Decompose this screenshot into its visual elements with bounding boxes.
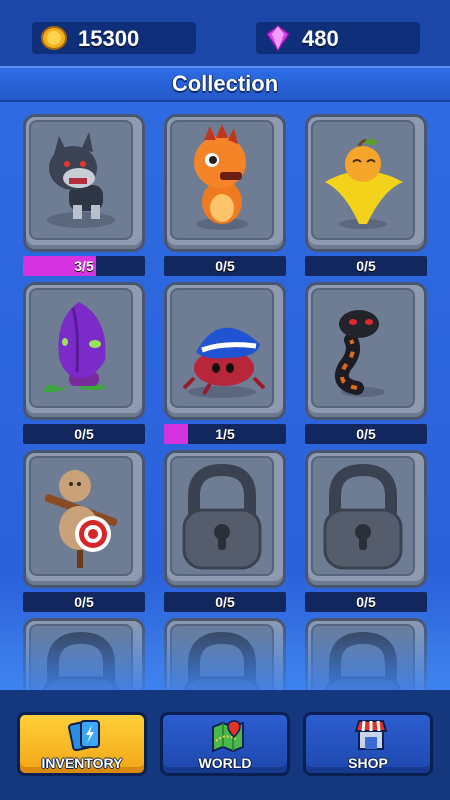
bottom-navigation: INVENTORY WORLD SHOP [0, 690, 450, 800]
progress-bar: 0/5 [305, 424, 427, 444]
gem-counter: 480 [256, 22, 420, 54]
purple-plant-creature-icon [43, 302, 107, 393]
progress-bar: 3/5 [23, 256, 145, 276]
collection-card-locked[interactable]: 0/5 [164, 450, 286, 612]
top-bar: 15300 480 [0, 0, 450, 66]
shop-tab-button[interactable]: SHOP [303, 712, 433, 776]
wolf-creature-icon [47, 132, 115, 228]
world-tab-button[interactable]: WORLD [160, 712, 290, 776]
inventory-tab-button[interactable]: INVENTORY [17, 712, 147, 776]
target-dummy-creature-icon [44, 470, 118, 568]
gold-coin-icon [41, 26, 67, 50]
inventory-tab-label: INVENTORY [41, 755, 123, 771]
padlock-icon [42, 631, 120, 690]
blue-shell-crab-creature-icon [182, 327, 266, 398]
shop-stall-icon [354, 720, 388, 750]
purple-gem-icon [265, 25, 291, 51]
world-tab-label: WORLD [198, 755, 252, 771]
progress-count: 0/5 [215, 594, 235, 610]
collection-card-wolf[interactable]: 3/5 [23, 114, 145, 276]
shop-tab-label: SHOP [348, 755, 388, 771]
progress-bar: 0/5 [23, 592, 145, 612]
progress-count: 1/5 [215, 426, 235, 442]
collection-card-orange-dragon[interactable]: 0/5 [164, 114, 286, 276]
progress-bar: 0/5 [164, 256, 286, 276]
collection-card-locked-partial[interactable] [305, 618, 427, 690]
collection-card-black-snake[interactable]: 0/5 [305, 282, 427, 444]
progress-count: 0/5 [356, 594, 376, 610]
progress-count: 0/5 [356, 426, 376, 442]
collection-card-locked[interactable]: 0/5 [305, 450, 427, 612]
page-title: Collection [171, 71, 279, 96]
padlock-icon [183, 631, 261, 690]
collection-grid[interactable]: 3/5 0/5 0/5 0/5 1/5 0/5 0/5 0/5 0/5 [0, 102, 450, 690]
padlock-icon [324, 631, 402, 690]
cards-icon [68, 720, 100, 752]
orange-dragon-creature-icon [194, 124, 248, 230]
progress-bar: 0/5 [305, 592, 427, 612]
progress-bar: 0/5 [23, 424, 145, 444]
padlock-icon [182, 463, 262, 570]
progress-bar: 0/5 [164, 592, 286, 612]
progress-count: 0/5 [356, 258, 376, 274]
map-icon [212, 720, 244, 753]
page-title-bar: Collection [0, 66, 450, 102]
black-snake-creature-icon [335, 310, 385, 397]
collection-card-locked-partial[interactable] [164, 618, 286, 690]
collection-card-purple-bulb-plant[interactable]: 0/5 [23, 282, 145, 444]
progress-bar: 1/5 [164, 424, 286, 444]
coin-counter: 15300 [32, 22, 196, 54]
progress-count: 3/5 [74, 258, 94, 274]
progress-count: 0/5 [74, 426, 94, 442]
yellow-bird-creature-icon [325, 139, 403, 229]
coin-amount: 15300 [78, 26, 140, 51]
collection-card-blue-shell-crab[interactable]: 1/5 [164, 282, 286, 444]
collection-card-target-dummy[interactable]: 0/5 [23, 450, 145, 612]
gem-amount: 480 [302, 26, 339, 51]
collection-card-yellow-fruit-bird[interactable]: 0/5 [305, 114, 427, 276]
collection-card-locked-partial[interactable] [23, 618, 145, 690]
progress-count: 0/5 [74, 594, 94, 610]
progress-count: 0/5 [215, 258, 235, 274]
padlock-icon [323, 463, 403, 570]
progress-bar: 0/5 [305, 256, 427, 276]
